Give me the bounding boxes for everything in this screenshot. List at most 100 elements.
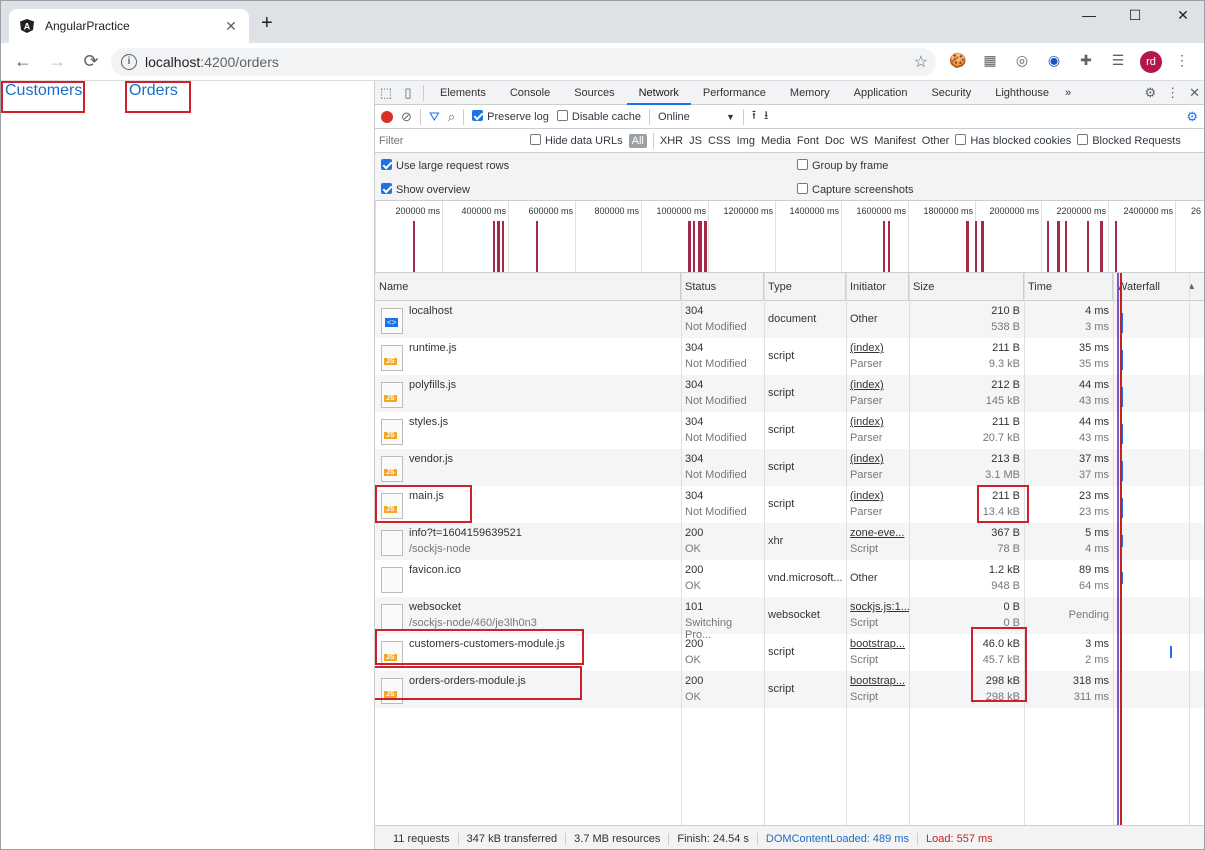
new-tab-button[interactable]: + — [261, 13, 273, 33]
reload-icon[interactable]: ⟳ — [79, 50, 103, 74]
initiator-link[interactable]: (index) — [850, 379, 905, 391]
overview-bar — [536, 221, 538, 272]
initiator-link[interactable]: (index) — [850, 453, 905, 465]
disable-cache-checkbox[interactable]: Disable cache — [556, 110, 641, 123]
tab-sources[interactable]: Sources — [562, 81, 626, 105]
maximize-button[interactable]: ☐ — [1123, 7, 1147, 24]
clear-icon[interactable]: ⊘ — [401, 109, 412, 125]
avatar[interactable]: rd — [1140, 51, 1162, 73]
cell-size: 212 B 145 kB — [909, 375, 1024, 412]
table-row[interactable]: info?t=1604159639521/sockjs-node 200 OK xhr… — [375, 523, 1204, 560]
tab-performance[interactable]: Performance — [691, 81, 778, 105]
more-tabs-button[interactable]: » — [1061, 81, 1075, 105]
menu-icon[interactable]: ⋮ — [1173, 51, 1191, 69]
time-total: 23 ms — [1079, 490, 1109, 502]
filter-type-js[interactable]: JS — [689, 135, 702, 147]
status-text: Not Modified — [685, 506, 747, 518]
filter-type-all[interactable]: All — [628, 133, 647, 148]
table-row[interactable]: styles.js 304 Not Modified script (index) Par… — [375, 412, 1204, 449]
initiator-type: Script — [850, 654, 879, 666]
table-row[interactable]: runtime.js 304 Not Modified script (index) Pa… — [375, 338, 1204, 375]
settings-gear-icon[interactable]: ⚙ — [1186, 109, 1198, 125]
target-extension-icon[interactable]: ◎ — [1013, 51, 1031, 69]
close-icon[interactable]: ✕ — [223, 18, 239, 35]
initiator-link[interactable]: (index) — [850, 490, 905, 502]
orders-link[interactable]: Orders — [125, 81, 191, 113]
col-size[interactable]: Size — [909, 273, 1024, 301]
address-bar[interactable]: i localhost:4200/orders ☆ — [111, 48, 936, 76]
show-overview-checkbox[interactable]: Show overview — [381, 183, 470, 196]
filter-type-font[interactable]: Font — [797, 135, 819, 147]
minimize-button[interactable]: — — [1077, 7, 1101, 23]
filter-type-media[interactable]: Media — [761, 135, 791, 147]
table-row[interactable]: main.js304Not Modifiedscript(index)Parse… — [375, 486, 1204, 523]
filter-type-manifest[interactable]: Manifest — [874, 135, 916, 147]
filter-type-img[interactable]: Img — [737, 135, 755, 147]
col-type[interactable]: Type — [764, 273, 846, 301]
timeline-overview[interactable]: 200000 ms 200000 ms 400000 ms 600000 ms … — [375, 201, 1204, 273]
blocked-requests-checkbox[interactable]: Blocked Requests — [1077, 134, 1181, 147]
tab-memory[interactable]: Memory — [778, 81, 842, 105]
search-icon[interactable]: ⌕ — [448, 109, 455, 125]
initiator-link[interactable]: bootstrap... — [850, 675, 905, 687]
kebab-icon[interactable]: ⋮ — [1166, 85, 1179, 101]
inspect-icon[interactable]: ⬚ — [375, 85, 397, 101]
browser-tab[interactable]: A AngularPractice ✕ — [9, 9, 249, 43]
initiator-link[interactable]: bootstrap... — [850, 638, 905, 650]
import-icon[interactable]: ⭱ — [752, 106, 756, 127]
has-blocked-cookies-checkbox[interactable]: Has blocked cookies — [955, 134, 1071, 147]
col-time[interactable]: Time — [1024, 273, 1113, 301]
checkbox-checked-icon — [381, 159, 392, 170]
device-toggle-icon[interactable]: ▯ — [397, 85, 419, 101]
cookie-extension-icon[interactable]: 🍪 — [949, 51, 967, 69]
puzzle-extension-icon[interactable]: ✚ — [1077, 51, 1095, 69]
capture-screenshots-checkbox[interactable]: Capture screenshots — [797, 183, 914, 196]
hide-data-urls-checkbox[interactable]: Hide data URLs — [530, 134, 623, 147]
record-icon[interactable] — [381, 110, 393, 123]
star-icon[interactable]: ☆ — [914, 52, 928, 72]
forward-icon[interactable]: → — [45, 50, 69, 74]
request-name: favicon.ico — [409, 564, 461, 576]
close-devtools-icon[interactable]: ✕ — [1189, 85, 1200, 101]
col-status[interactable]: Status — [681, 273, 764, 301]
disable-cache-label: Disable cache — [571, 111, 641, 123]
tab-security[interactable]: Security — [919, 81, 983, 105]
filter-type-xhr[interactable]: XHR — [660, 135, 683, 147]
filter-type-ws[interactable]: WS — [850, 135, 868, 147]
initiator-link[interactable]: (index) — [850, 342, 905, 354]
filter-icon[interactable]: ⛛ — [429, 109, 440, 125]
large-rows-checkbox[interactable]: Use large request rows — [381, 159, 509, 172]
window-close-button[interactable]: ✕ — [1171, 7, 1195, 24]
initiator-link[interactable]: zone-eve... — [850, 527, 905, 539]
compass-extension-icon[interactable]: ◉ — [1045, 51, 1063, 69]
tab-lighthouse[interactable]: Lighthouse — [983, 81, 1061, 105]
filter-type-doc[interactable]: Doc — [825, 135, 845, 147]
tab-elements[interactable]: Elements — [428, 81, 498, 105]
preserve-log-checkbox[interactable]: Preserve log — [472, 110, 549, 123]
customers-link[interactable]: Customers — [1, 81, 85, 113]
back-icon[interactable]: ← — [11, 50, 35, 74]
info-icon[interactable]: i — [121, 54, 137, 70]
table-row[interactable]: vendor.js 304 Not Modified script (index) Par… — [375, 449, 1204, 486]
col-name[interactable]: Name — [375, 273, 681, 301]
throttle-select[interactable]: Online — [658, 111, 718, 123]
export-icon[interactable]: ⭳ — [764, 106, 768, 127]
group-by-frame-checkbox[interactable]: Group by frame — [797, 159, 888, 172]
grid-extension-icon[interactable]: ▦ — [981, 51, 999, 69]
table-row[interactable]: polyfills.js 304 Not Modified script (index)… — [375, 375, 1204, 412]
tab-application[interactable]: Application — [842, 81, 920, 105]
table-row[interactable]: favicon.ico 200 OK vnd.microsoft... Other 1.2… — [375, 560, 1204, 597]
highlight-lazy-sizes — [971, 627, 1027, 702]
tab-console[interactable]: Console — [498, 81, 562, 105]
table-row[interactable]: localhost 304 Not Modified document Other 210… — [375, 301, 1204, 338]
filter-type-css[interactable]: CSS — [708, 135, 731, 147]
playlist-icon[interactable]: ☰ — [1109, 51, 1127, 69]
initiator-link[interactable]: (index) — [850, 416, 905, 428]
gear-icon[interactable]: ⚙ — [1144, 85, 1156, 101]
tab-network[interactable]: Network — [626, 81, 691, 105]
filter-type-other[interactable]: Other — [922, 135, 950, 147]
size-resource: 145 kB — [985, 395, 1020, 407]
col-initiator[interactable]: Initiator — [846, 273, 909, 301]
initiator-link[interactable]: sockjs.js:1... — [850, 601, 910, 613]
filter-input[interactable] — [379, 131, 524, 150]
